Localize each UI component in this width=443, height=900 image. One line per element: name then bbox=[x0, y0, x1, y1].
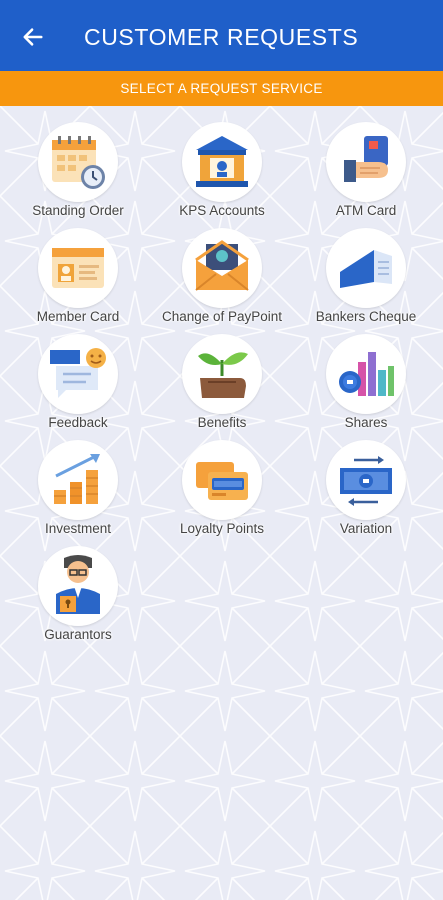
cheque-icon bbox=[340, 250, 392, 288]
service-shares[interactable]: Shares bbox=[292, 318, 440, 430]
back-button[interactable] bbox=[18, 22, 48, 52]
service-icon-circle bbox=[38, 546, 118, 626]
service-icon-circle bbox=[182, 440, 262, 520]
guarantor-person-icon bbox=[56, 555, 100, 614]
service-investment[interactable]: Investment bbox=[4, 424, 152, 536]
service-kps-accounts[interactable]: KPS Accounts bbox=[148, 106, 296, 218]
service-icon-circle bbox=[38, 440, 118, 520]
envelope-money-icon bbox=[195, 240, 249, 291]
bank-building-icon bbox=[196, 136, 248, 187]
service-feedback[interactable]: Feedback bbox=[4, 318, 152, 430]
service-guarantors[interactable]: Guarantors bbox=[4, 530, 152, 642]
service-icon-circle bbox=[326, 122, 406, 202]
service-loyalty-points[interactable]: Loyalty Points bbox=[148, 424, 296, 536]
service-label: Guarantors bbox=[44, 627, 112, 642]
page-title: CUSTOMER REQUESTS bbox=[84, 24, 359, 50]
app-screen: CUSTOMER REQUESTS SELECT A REQUEST SERVI… bbox=[0, 0, 443, 900]
chat-smiley-icon bbox=[50, 348, 106, 398]
bar-chart-icon bbox=[339, 352, 394, 396]
service-bankers-cheque[interactable]: Bankers Cheque bbox=[292, 212, 440, 324]
arrow-left-icon bbox=[23, 28, 43, 46]
hand-card-icon bbox=[344, 136, 388, 182]
section-subtitle-bar: SELECT A REQUEST SERVICE bbox=[0, 71, 443, 106]
service-icon-circle bbox=[38, 122, 118, 202]
service-icon-circle bbox=[182, 122, 262, 202]
service-icon-circle bbox=[326, 334, 406, 414]
service-icon-circle bbox=[326, 228, 406, 308]
service-icon-circle bbox=[38, 334, 118, 414]
hand-plant-icon bbox=[198, 352, 248, 398]
service-icon-circle bbox=[182, 334, 262, 414]
service-change-of-paypoint[interactable]: Change of PayPoint bbox=[148, 212, 296, 324]
service-atm-card[interactable]: ATM Card bbox=[292, 106, 440, 218]
service-icon-circle bbox=[38, 228, 118, 308]
service-label: Variation bbox=[339, 521, 393, 536]
service-variation[interactable]: Variation bbox=[292, 424, 440, 536]
loyalty-cards-icon bbox=[196, 462, 248, 500]
service-member-card[interactable]: Member Card bbox=[4, 212, 152, 324]
service-icon-circle bbox=[326, 440, 406, 520]
id-card-icon bbox=[52, 248, 104, 288]
app-bar: CUSTOMER REQUESTS bbox=[0, 0, 443, 71]
service-label: Loyalty Points bbox=[179, 521, 265, 536]
service-icon-circle bbox=[182, 228, 262, 308]
service-benefits[interactable]: Benefits bbox=[148, 318, 296, 430]
service-standing-order[interactable]: Standing Order bbox=[4, 106, 152, 218]
growth-chart-icon bbox=[54, 454, 100, 504]
banknote-exchange-icon bbox=[340, 456, 392, 506]
calendar-clock-icon bbox=[52, 136, 105, 189]
